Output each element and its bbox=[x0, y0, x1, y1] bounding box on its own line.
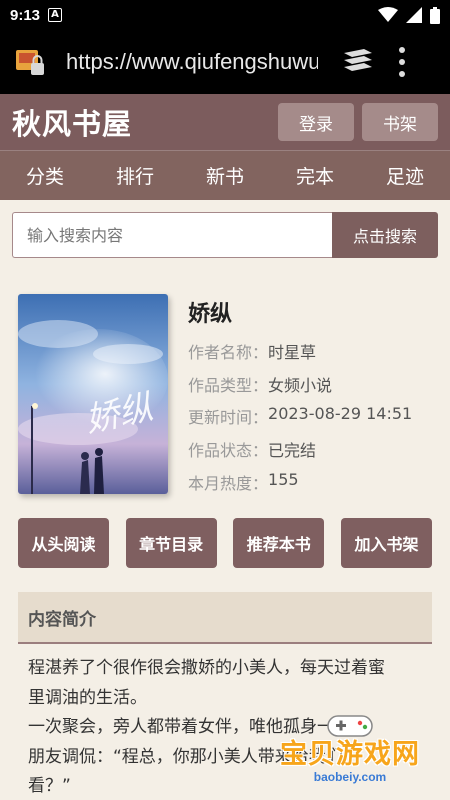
login-button[interactable]: 登录 bbox=[278, 103, 354, 141]
watermark: 宝贝游戏网 baobeiy.com bbox=[270, 712, 430, 800]
header-buttons: 登录 书架 bbox=[278, 103, 438, 141]
meta-value: 已完结 bbox=[268, 441, 317, 460]
action-buttons: 从头阅读 章节目录 推荐本书 加入书架 bbox=[18, 518, 432, 568]
nav-bar: 分类 排行 新书 完本 足迹 bbox=[0, 150, 450, 200]
read-from-start-button[interactable]: 从头阅读 bbox=[18, 518, 109, 568]
search-button[interactable]: 点击搜索 bbox=[332, 212, 438, 258]
notification-icon: A bbox=[48, 8, 63, 22]
meta-label: 作品状态： bbox=[188, 441, 269, 460]
status-icons bbox=[378, 6, 440, 24]
nav-item-history[interactable]: 足迹 bbox=[360, 162, 450, 189]
watermark-url: baobeiy.com bbox=[313, 770, 387, 784]
status-bar: 9:13 A bbox=[0, 0, 450, 30]
site-title[interactable]: 秋风书屋 bbox=[12, 101, 132, 143]
meta-popularity: 本月热度： 155 bbox=[188, 470, 299, 494]
meta-label: 更新时间： bbox=[188, 408, 269, 427]
meta-label: 作品类型： bbox=[188, 376, 269, 395]
book-cover[interactable]: 娇纵 bbox=[18, 294, 168, 494]
nav-item-category[interactable]: 分类 bbox=[0, 162, 90, 189]
intro-line: 里调油的生活。 bbox=[28, 687, 147, 708]
meta-value[interactable]: 女频小说 bbox=[268, 372, 332, 396]
intro-heading: 内容简介 bbox=[18, 592, 432, 644]
recommend-button[interactable]: 推荐本书 bbox=[233, 518, 325, 568]
meta-updated: 更新时间： 2023-08-29 14:51 bbox=[188, 404, 412, 428]
site-lock-icon[interactable] bbox=[14, 46, 46, 78]
url-field[interactable]: https://www.qiufengshuwu bbox=[66, 49, 318, 75]
search-bar: 点击搜索 bbox=[12, 212, 438, 258]
more-menu-icon[interactable] bbox=[398, 47, 406, 77]
browser-url-bar: https://www.qiufengshuwu bbox=[0, 30, 450, 94]
nav-item-completed[interactable]: 完本 bbox=[270, 162, 360, 189]
meta-author: 作者名称： 时星草 bbox=[188, 339, 316, 363]
tabs-icon[interactable] bbox=[342, 47, 374, 77]
status-time: 9:13 bbox=[10, 6, 41, 24]
bookshelf-button[interactable]: 书架 bbox=[362, 103, 438, 141]
nav-item-new-books[interactable]: 新书 bbox=[180, 162, 270, 189]
meta-label: 本月热度： bbox=[188, 474, 269, 493]
book-title: 娇纵 bbox=[188, 302, 233, 327]
nav-item-ranking[interactable]: 排行 bbox=[90, 162, 180, 189]
meta-value: 155 bbox=[268, 470, 299, 489]
meta-value: 2023-08-29 14:51 bbox=[268, 404, 413, 423]
battery-icon bbox=[430, 6, 440, 24]
watermark-text: 宝贝游戏网 bbox=[280, 739, 420, 770]
add-to-shelf-button[interactable]: 加入书架 bbox=[340, 518, 432, 568]
meta-value[interactable]: 时星草 bbox=[268, 339, 316, 363]
site-header: 秋风书屋 登录 书架 bbox=[0, 94, 450, 150]
chapter-list-button[interactable]: 章节目录 bbox=[125, 518, 217, 568]
search-input[interactable] bbox=[12, 212, 332, 258]
meta-label: 作者名称： bbox=[188, 343, 269, 362]
intro-line: 程湛养了个很作很会撒娇的小美人，每天过着蜜 bbox=[28, 658, 385, 678]
meta-genre: 作品类型： 女频小说 bbox=[188, 372, 332, 396]
wifi-icon bbox=[378, 7, 398, 22]
meta-status: 作品状态： 已完结 bbox=[188, 437, 316, 461]
signal-icon bbox=[406, 7, 422, 23]
